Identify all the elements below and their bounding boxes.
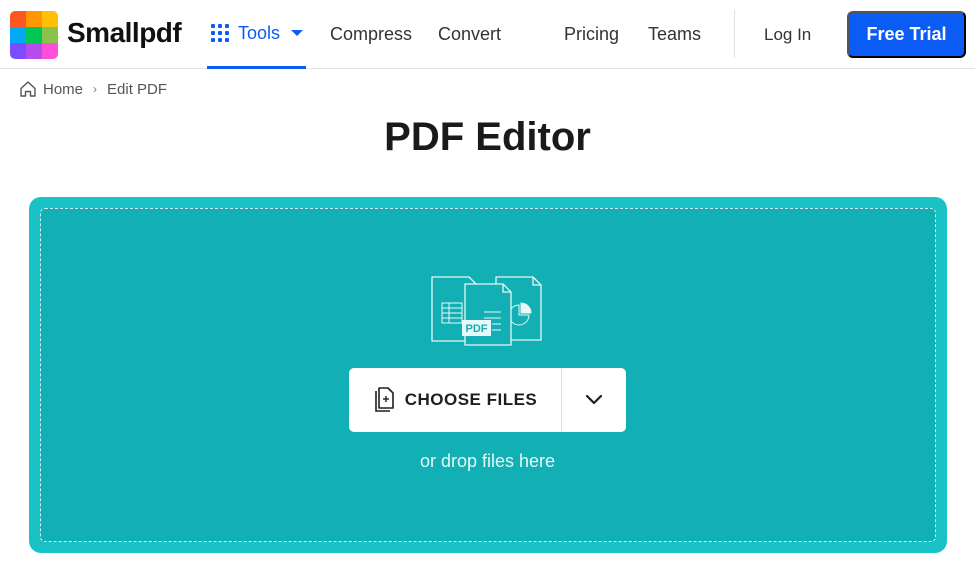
logo-tile — [10, 11, 26, 27]
choose-files-button[interactable]: CHOOSE FILES — [349, 368, 562, 432]
breadcrumb: Home › Edit PDF — [19, 80, 167, 98]
apps-grid-icon — [211, 24, 229, 42]
logo-tile — [10, 27, 26, 43]
files-illustration-icon: PDF — [431, 276, 542, 346]
smallpdf-logo-icon[interactable] — [10, 11, 58, 59]
choose-files-label: CHOOSE FILES — [404, 390, 538, 409]
nav-compress[interactable]: Compress — [330, 24, 412, 45]
drop-files-hint: or drop files here — [419, 451, 556, 471]
choose-files-control: CHOOSE FILES — [349, 368, 626, 432]
breadcrumb-home[interactable]: Home — [43, 81, 83, 98]
logo-tile — [42, 43, 58, 59]
nav-divider — [734, 10, 735, 58]
breadcrumb-current: Edit PDF — [107, 80, 168, 98]
pdf-badge: PDF — [466, 323, 488, 335]
logo-tile — [42, 11, 58, 27]
logo-tile — [42, 27, 58, 43]
nav-teams[interactable]: Teams — [648, 24, 701, 45]
caret-down-icon — [291, 30, 304, 36]
brand-name[interactable]: Smallpdf — [67, 17, 182, 49]
more-upload-options-button[interactable] — [562, 368, 626, 432]
logo-tile — [26, 27, 42, 43]
logo-tile — [26, 11, 42, 27]
breadcrumb-separator: › — [93, 82, 98, 96]
nav-tools-menu[interactable]: Tools — [207, 0, 306, 69]
top-navigation-bar: Smallpdf Tools Compress Convert Pricing … — [0, 0, 975, 69]
nav-convert[interactable]: Convert — [438, 24, 501, 45]
page-title: PDF Editor — [384, 115, 591, 159]
login-link[interactable]: Log In — [764, 25, 811, 45]
add-file-icon — [374, 387, 394, 412]
home-icon[interactable] — [19, 80, 37, 98]
nav-pricing[interactable]: Pricing — [564, 24, 619, 45]
chevron-down-icon — [585, 394, 603, 405]
free-trial-button[interactable]: Free Trial — [847, 11, 966, 58]
nav-tools-label: Tools — [238, 22, 281, 43]
logo-tile — [10, 43, 26, 59]
logo-tile — [26, 43, 42, 59]
